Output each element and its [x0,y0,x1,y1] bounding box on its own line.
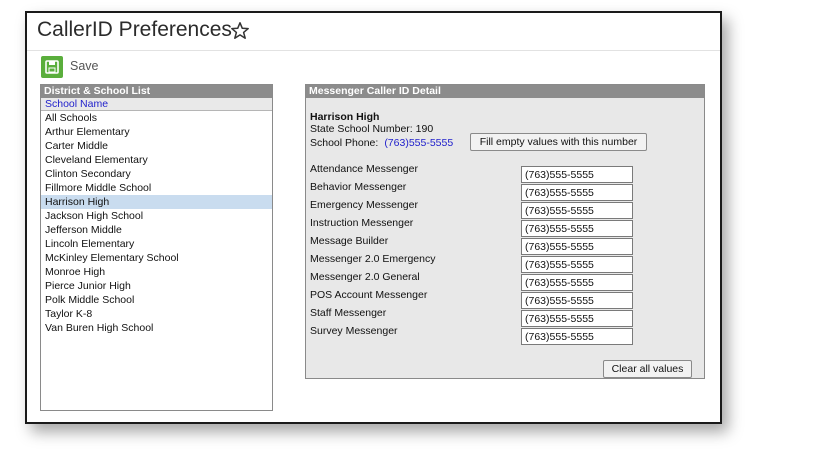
messenger-label: Emergency Messenger [310,199,418,211]
messenger-row: Behavior Messenger [310,181,700,201]
list-item[interactable]: Jackson High School [41,209,272,223]
messenger-caller-id-detail-panel: Messenger Caller ID Detail Harrison High… [305,84,705,379]
school-phone-label: School Phone: [310,137,379,149]
state-school-number: State School Number: 190 [310,123,433,135]
list-item[interactable]: Fillmore Middle School [41,181,272,195]
floppy-disk-icon [41,56,63,78]
list-item[interactable]: Taylor K-8 [41,307,272,321]
list-item[interactable]: Arthur Elementary [41,125,272,139]
messenger-label: Behavior Messenger [310,181,407,193]
list-item[interactable]: Jefferson Middle [41,223,272,237]
messenger-row: Messenger 2.0 Emergency [310,253,700,273]
state-number-label: State School Number: [310,123,413,135]
list-item[interactable]: Polk Middle School [41,293,272,307]
list-item[interactable]: Van Buren High School [41,321,272,335]
messenger-label: Staff Messenger [310,307,387,319]
messenger-label: Message Builder [310,235,389,247]
detail-school-name: Harrison High [310,111,380,123]
messenger-row: Emergency Messenger [310,199,700,219]
school-phone-value: (763)555-5555 [384,137,454,149]
list-item[interactable]: Carter Middle [41,139,272,153]
messenger-list: Attendance Messenger Behavior Messenger Em… [310,163,700,345]
clear-all-values-button[interactable]: Clear all values [603,360,692,378]
district-school-list-panel: District & School List School Name All S… [40,84,273,411]
app-frame: CallerID Preferences Save District & Sch… [25,11,722,424]
page-title: CallerID Preferences [37,18,232,41]
messenger-row: Instruction Messenger [310,217,700,237]
list-item[interactable]: Cleveland Elementary [41,153,272,167]
fill-empty-values-button[interactable]: Fill empty values with this number [470,133,647,151]
list-item[interactable]: All Schools [41,111,272,125]
list-panel-header: District & School List [41,85,272,98]
messenger-label: Messenger 2.0 Emergency [310,253,436,265]
messenger-row: POS Account Messenger [310,289,700,309]
messenger-phone-input[interactable] [521,328,633,345]
list-item[interactable]: Harrison High [41,195,272,209]
school-list: All Schools Arthur Elementary Carter Middl… [41,111,272,335]
messenger-row: Staff Messenger [310,307,700,327]
messenger-label: POS Account Messenger [310,289,428,301]
messenger-label: Attendance Messenger [310,163,418,175]
list-item[interactable]: Pierce Junior High [41,279,272,293]
list-item[interactable]: Monroe High [41,265,272,279]
list-item[interactable]: McKinley Elementary School [41,251,272,265]
messenger-row: Attendance Messenger [310,163,700,183]
list-item[interactable]: Lincoln Elementary [41,237,272,251]
messenger-label: Survey Messenger [310,325,398,337]
school-name-column-header[interactable]: School Name [41,98,272,111]
messenger-label: Messenger 2.0 General [310,271,420,283]
messenger-row: Survey Messenger [310,325,700,345]
school-phone: School Phone: (763)555-5555 [310,137,453,149]
messenger-row: Message Builder [310,235,700,255]
save-button[interactable]: Save [41,55,111,79]
state-number-value: 190 [415,123,434,135]
list-item[interactable]: Clinton Secondary [41,167,272,181]
messenger-label: Instruction Messenger [310,217,414,229]
title-bar: CallerID Preferences [27,13,720,51]
messenger-row: Messenger 2.0 General [310,271,700,291]
save-label: Save [70,59,99,73]
star-outline-icon[interactable] [230,21,250,41]
detail-panel-header: Messenger Caller ID Detail [306,85,704,98]
